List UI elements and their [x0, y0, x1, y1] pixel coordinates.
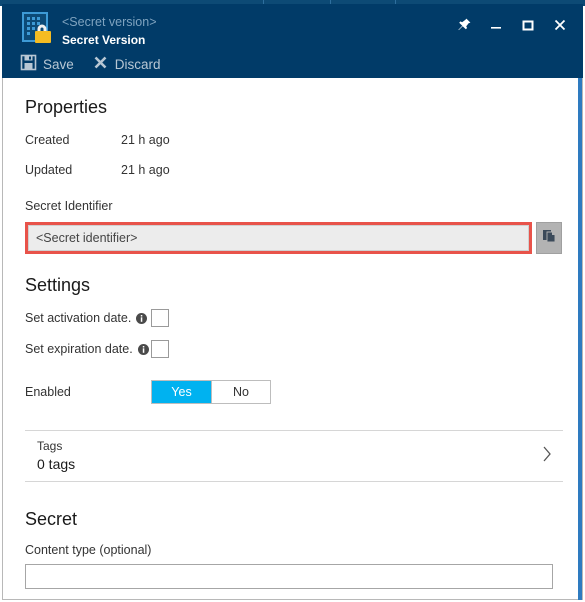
secret-section: Secret Content type (optional) Show secr…	[25, 508, 565, 602]
activation-date-checkbox[interactable]	[151, 309, 169, 327]
blade-title: Secret Version	[62, 33, 146, 47]
setting-row-enabled: Enabled Yes No	[25, 380, 565, 404]
blade-title-block: <Secret version> Secret Version	[62, 14, 157, 48]
enabled-toggle: Yes No	[151, 380, 271, 404]
activation-date-label-group: Set activation date.	[25, 310, 151, 326]
property-key: Created	[25, 133, 70, 147]
secret-identifier-annotation	[25, 222, 532, 254]
property-key: Updated	[25, 163, 73, 177]
setting-row-activation-date: Set activation date.	[25, 309, 565, 327]
info-icon[interactable]	[136, 312, 148, 324]
property-value: 21 h ago	[121, 133, 170, 147]
property-row-created: Created 21 h ago	[25, 132, 565, 148]
blade-toolbar: Save Discard	[16, 50, 171, 80]
expiration-date-label: Set expiration date.	[25, 342, 133, 356]
blade-header: <Secret version> Secret Version Save Dis…	[2, 4, 583, 78]
activation-date-label: Set activation date.	[25, 311, 132, 325]
blade-body: Properties Created 21 h ago Updated 21 h…	[2, 78, 583, 600]
tags-text: Tags 0 tags	[37, 439, 75, 473]
minimize-icon[interactable]	[481, 12, 511, 38]
info-icon[interactable]	[137, 343, 149, 355]
pin-icon[interactable]	[449, 12, 479, 38]
secret-identifier-label: Secret Identifier	[25, 199, 113, 213]
content-type-label: Content type (optional)	[25, 543, 152, 557]
copy-secret-identifier-button[interactable]	[536, 222, 562, 254]
expiration-date-label-group: Set expiration date.	[25, 341, 151, 357]
enabled-toggle-yes[interactable]: Yes	[152, 381, 211, 403]
discard-label: Discard	[114, 57, 161, 72]
discard-button[interactable]: Discard	[88, 50, 171, 80]
cross-icon	[92, 54, 109, 76]
properties-heading: Properties	[25, 97, 108, 117]
enabled-toggle-no[interactable]: No	[211, 381, 270, 403]
save-label: Save	[43, 57, 74, 72]
save-disk-icon	[20, 54, 37, 76]
enabled-label: Enabled	[25, 385, 71, 399]
tags-count: 0 tags	[37, 456, 76, 472]
close-icon[interactable]	[545, 12, 575, 38]
secret-heading: Secret	[25, 509, 78, 529]
window-controls	[449, 12, 575, 38]
secret-identifier-input[interactable]	[28, 225, 529, 251]
settings-heading: Settings	[25, 275, 91, 295]
secret-version-blade: <Secret version> Secret Version Save Dis…	[0, 0, 585, 602]
chevron-right-icon	[539, 443, 555, 470]
copy-icon	[542, 228, 557, 248]
setting-row-expiration-date: Set expiration date.	[25, 340, 565, 358]
blade-subtitle: <Secret version>	[62, 15, 157, 29]
tags-title: Tags	[37, 439, 63, 453]
content-type-input[interactable]	[25, 564, 553, 589]
blade-edge-accent	[578, 78, 582, 600]
secret-identifier-row	[25, 222, 565, 254]
maximize-icon[interactable]	[513, 12, 543, 38]
tags-row[interactable]: Tags 0 tags	[25, 430, 563, 482]
expiration-date-checkbox[interactable]	[151, 340, 169, 358]
save-button[interactable]: Save	[16, 50, 84, 80]
property-row-updated: Updated 21 h ago	[25, 162, 565, 178]
key-vault-secret-icon	[20, 10, 56, 46]
property-value: 21 h ago	[121, 163, 170, 177]
